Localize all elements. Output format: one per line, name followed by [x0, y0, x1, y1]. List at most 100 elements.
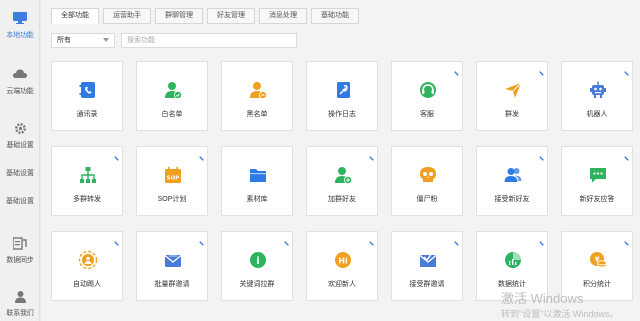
tab-all[interactable]: 全部功能 — [51, 8, 99, 24]
pin-icon[interactable] — [113, 149, 119, 162]
person-icon — [12, 288, 28, 304]
feature-card-label: 群发 — [505, 111, 519, 118]
feature-card-label: 接受新好友 — [494, 196, 530, 203]
coins-icon: ¥ — [588, 250, 608, 270]
feature-card[interactable]: 自动踢人 — [51, 231, 123, 301]
feature-card-label: 机器人 — [586, 111, 608, 118]
sidebar-item-settings-2[interactable]: 基础设置 — [0, 168, 40, 178]
user-add-icon — [333, 165, 353, 185]
feature-card-label: 新好友应答 — [579, 196, 615, 203]
sidebar-item-contact[interactable]: 联系我们 — [0, 282, 40, 321]
pin-icon[interactable] — [368, 234, 374, 247]
pin-icon[interactable] — [283, 234, 289, 247]
activation-watermark-hint: 转到"设置"以激活 Windows。 — [501, 309, 619, 319]
mail-icon — [163, 250, 183, 270]
sidebar-item-cloud[interactable]: 云端功能 — [0, 60, 40, 106]
feature-card-label: 客服 — [420, 111, 434, 118]
contacts-icon — [78, 80, 98, 100]
pin-icon[interactable] — [538, 234, 544, 247]
pin-icon[interactable] — [453, 234, 459, 247]
feature-card[interactable]: 白名单 — [136, 61, 208, 131]
pin-icon[interactable] — [623, 64, 629, 77]
users-icon — [503, 165, 523, 185]
chevron-down-icon — [103, 38, 109, 42]
sidebar-item-label: 本地功能 — [6, 32, 34, 39]
feature-card[interactable]: 多群转发 — [51, 146, 123, 216]
feature-card-label: 接受群邀请 — [409, 281, 445, 288]
tab-bar: 全部功能 运营助手 群聊管理 好友管理 消息处理 基础功能 — [51, 8, 363, 24]
org-chart-icon — [78, 165, 98, 185]
filter-row: 所有 搜索功能 — [51, 33, 297, 48]
tab-operations[interactable]: 运营助手 — [103, 8, 151, 24]
tab-group-management[interactable]: 群聊管理 — [155, 8, 203, 24]
skull-icon — [418, 165, 438, 185]
pin-icon[interactable] — [198, 234, 204, 247]
mail-check-icon — [418, 250, 438, 270]
feature-card[interactable]: 机器人 — [561, 61, 633, 131]
pin-icon[interactable] — [623, 149, 629, 162]
sync-icon — [12, 235, 28, 251]
feature-card-label: 自动踢人 — [73, 281, 101, 288]
feature-card[interactable]: 通讯录 — [51, 61, 123, 131]
user-block-icon — [248, 80, 268, 100]
monitor-icon — [12, 10, 28, 26]
feature-card[interactable]: Hi 欢迎新人 — [306, 231, 378, 301]
feature-card[interactable]: 素材库 — [221, 146, 293, 216]
user-check-icon — [163, 80, 183, 100]
feature-card-label: 僵尸粉 — [416, 196, 438, 203]
gear-icon — [12, 120, 28, 136]
feature-card-label: 操作日志 — [328, 111, 356, 118]
feature-card[interactable]: 加群好友 — [306, 146, 378, 216]
app-window: 本地功能 云端功能 基础设置 基础设置 基础设置 数据同步 联系我们 全部功能 … — [0, 0, 640, 321]
svg-text:i: i — [256, 256, 259, 267]
sidebar-item-label: 数据同步 — [6, 257, 34, 264]
chat-icon — [588, 165, 608, 185]
sidebar-item-local[interactable]: 本地功能 — [0, 4, 40, 50]
folder-icon — [248, 165, 268, 185]
pin-icon[interactable] — [623, 234, 629, 247]
robot-icon — [588, 80, 608, 100]
sidebar-item-sync[interactable]: 数据同步 — [0, 229, 40, 275]
tab-basic-functions[interactable]: 基础功能 — [311, 8, 359, 24]
wrench-icon — [333, 80, 353, 100]
calendar-icon: SOP — [163, 165, 183, 185]
feature-card-label: SOP计划 — [157, 196, 187, 203]
feature-card[interactable]: 接受群邀请 — [391, 231, 463, 301]
feature-card[interactable]: 批量群邀请 — [136, 231, 208, 301]
feature-card-label: 欢迎新人 — [328, 281, 356, 288]
sidebar-item-settings[interactable]: 基础设置 — [0, 114, 40, 160]
feature-card-label: 多群转发 — [73, 196, 101, 203]
sidebar-item-settings-3[interactable]: 基础设置 — [0, 196, 40, 206]
feature-card[interactable]: 接受新好友 — [476, 146, 548, 216]
pin-icon[interactable] — [538, 149, 544, 162]
feature-card[interactable]: 客服 — [391, 61, 463, 131]
keyword-icon: i — [248, 250, 268, 270]
feature-card-label: 加群好友 — [328, 196, 356, 203]
sidebar: 本地功能 云端功能 基础设置 基础设置 基础设置 数据同步 联系我们 — [0, 0, 40, 321]
feature-card-label: 白名单 — [161, 111, 183, 118]
pie-chart-icon — [503, 250, 523, 270]
feature-card[interactable]: 操作日志 — [306, 61, 378, 131]
pin-icon[interactable] — [368, 149, 374, 162]
feature-card[interactable]: SOP SOP计划 — [136, 146, 208, 216]
main-panel: 全部功能 运营助手 群聊管理 好友管理 消息处理 基础功能 所有 搜索功能 通讯… — [41, 0, 640, 321]
pin-icon[interactable] — [538, 64, 544, 77]
pin-icon[interactable] — [113, 234, 119, 247]
search-input[interactable]: 搜索功能 — [121, 33, 297, 48]
feature-card-label: 黑名单 — [246, 111, 268, 118]
tab-message-handling[interactable]: 消息处理 — [259, 8, 307, 24]
category-select[interactable]: 所有 — [51, 33, 115, 48]
feature-card[interactable]: 群发 — [476, 61, 548, 131]
feature-card[interactable]: 黑名单 — [221, 61, 293, 131]
feature-card[interactable]: 僵尸粉 — [391, 146, 463, 216]
headset-icon — [418, 80, 438, 100]
sidebar-item-label: 联系我们 — [6, 310, 34, 317]
feature-card[interactable]: i 关键词拉群 — [221, 231, 293, 301]
feature-card[interactable]: 新好友应答 — [561, 146, 633, 216]
tab-friend-management[interactable]: 好友管理 — [207, 8, 255, 24]
feature-card-label: 通讯录 — [76, 111, 98, 118]
svg-text:SOP: SOP — [167, 176, 180, 182]
pin-icon[interactable] — [198, 149, 204, 162]
feature-card-label: 素材库 — [246, 196, 268, 203]
pin-icon[interactable] — [453, 64, 459, 77]
